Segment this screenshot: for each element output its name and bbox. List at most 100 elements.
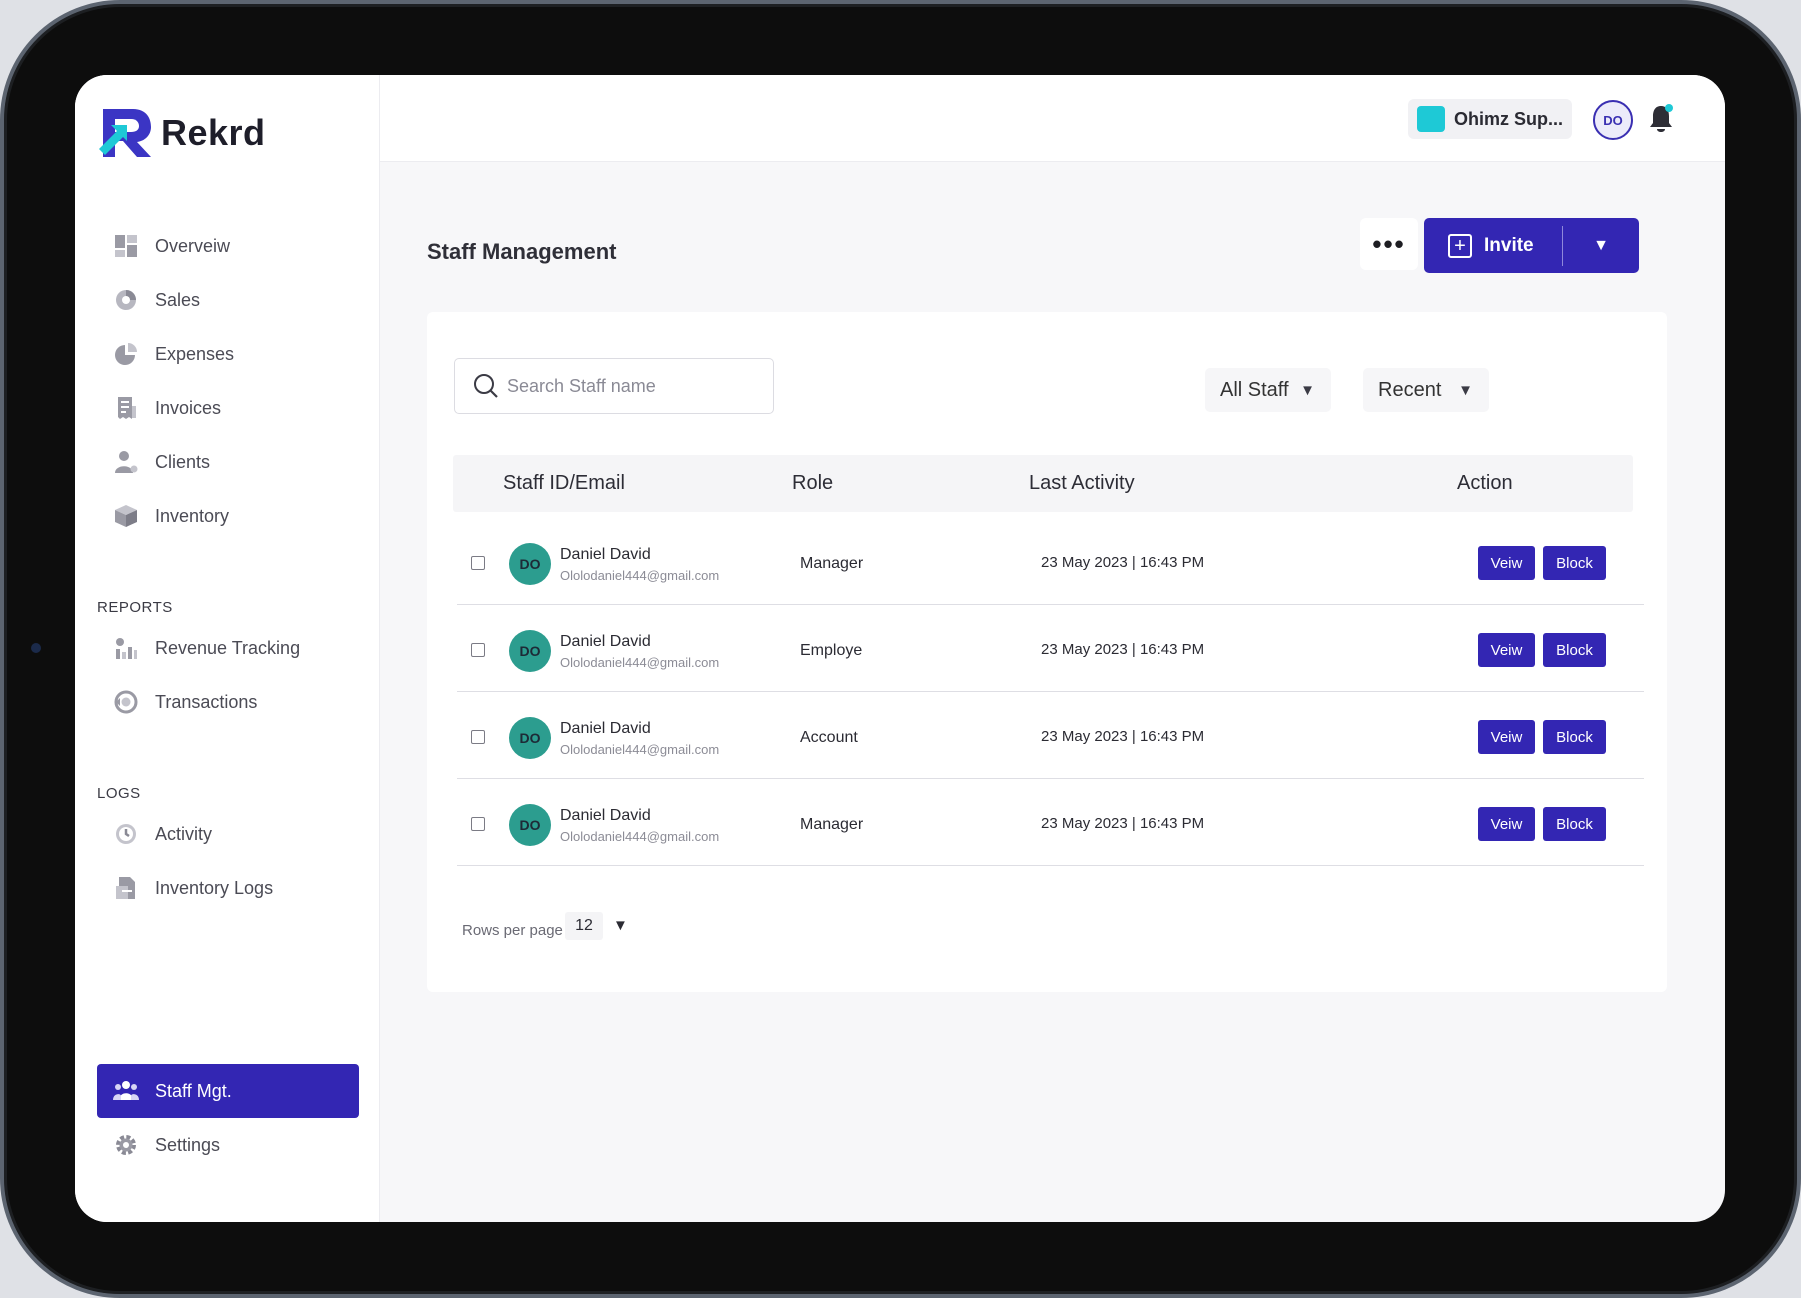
- sidebar-item-revenue-tracking[interactable]: Revenue Tracking: [97, 621, 359, 675]
- invoice-icon: [113, 395, 139, 421]
- view-button[interactable]: Veiw: [1478, 807, 1535, 841]
- plus-square-icon: +: [1448, 233, 1472, 258]
- sort-value: Recent: [1378, 378, 1442, 401]
- sidebar-item-label: Invoices: [155, 397, 222, 418]
- table-header: Staff ID/Email Role Last Activity Action: [453, 455, 1633, 512]
- document-icon: [113, 875, 139, 901]
- caret-down-icon: ▼: [1593, 236, 1609, 254]
- view-button[interactable]: Veiw: [1478, 633, 1535, 667]
- bell-icon[interactable]: [1646, 103, 1676, 135]
- staff-email: Ololodaniel444@gmail.com: [560, 742, 720, 757]
- column-header-role[interactable]: Role: [792, 472, 833, 495]
- invite-dropdown-button[interactable]: ▼: [1563, 237, 1639, 255]
- staff-email: Ololodaniel444@gmail.com: [560, 568, 720, 583]
- row-checkbox[interactable]: [471, 556, 485, 570]
- caret-down-icon: ▼: [1458, 381, 1473, 399]
- sidebar-item-label: Inventory: [155, 505, 230, 526]
- staff-email: Ololodaniel444@gmail.com: [560, 829, 720, 844]
- view-button[interactable]: Veiw: [1478, 720, 1535, 754]
- staff-role: Manager: [800, 816, 864, 833]
- staff-role: Account: [800, 729, 858, 746]
- reports-nav: Revenue Tracking Transactions: [97, 621, 359, 729]
- table-row: DO Daniel David Ololodaniel444@gmail.com…: [457, 518, 1644, 605]
- rekrd-logo-icon: [99, 109, 151, 157]
- sidebar-item-inventory-logs[interactable]: Inventory Logs: [97, 861, 359, 915]
- column-header-action: Action: [1457, 472, 1513, 494]
- staff-name: Daniel David: [560, 546, 651, 563]
- staff-name: Daniel David: [560, 720, 651, 737]
- sidebar-item-settings[interactable]: Settings: [97, 1118, 359, 1172]
- org-color-swatch: [1417, 106, 1445, 132]
- table-row: DO Daniel David Ololodaniel444@gmail.com…: [457, 692, 1644, 779]
- view-button[interactable]: Veiw: [1478, 546, 1535, 580]
- sidebar-item-label: Sales: [155, 289, 201, 310]
- sidebar-item-label: Revenue Tracking: [155, 637, 301, 658]
- block-button[interactable]: Block: [1543, 633, 1606, 667]
- row-checkbox[interactable]: [471, 643, 485, 657]
- sidebar-item-sales[interactable]: Sales: [97, 273, 359, 327]
- staff-role: Employe: [800, 642, 863, 659]
- logs-section-label: LOGS: [97, 785, 141, 802]
- invite-button[interactable]: + Invite: [1424, 218, 1562, 273]
- main-nav: Overveiw Sales Expenses Invoices Clients…: [97, 219, 359, 543]
- sidebar-item-staff-mgt[interactable]: Staff Mgt.: [97, 1064, 359, 1118]
- sidebar-item-inventory[interactable]: Inventory: [97, 489, 359, 543]
- user-avatar[interactable]: DO: [1593, 100, 1633, 140]
- sidebar-item-label: Overveiw: [155, 235, 231, 256]
- page-title: Staff Management: [427, 239, 617, 264]
- sidebar-item-activity[interactable]: Activity: [97, 807, 359, 861]
- pie-slice-icon: [113, 341, 139, 367]
- camera-dot: [31, 643, 41, 653]
- last-activity: 23 May 2023 | 16:43 PM: [1041, 815, 1205, 832]
- staff-table-card: All Staff ▼ Recent ▼ Staff ID/Email Role…: [427, 312, 1667, 992]
- organization-switcher[interactable]: Ohimz Sup...: [1408, 99, 1572, 139]
- row-checkbox[interactable]: [471, 817, 485, 831]
- sidebar: Rekrd Overveiw Sales Expenses Invoices C…: [75, 75, 380, 1222]
- staff-filter-value: All Staff: [1220, 378, 1289, 401]
- caret-down-icon: ▼: [1300, 381, 1315, 399]
- sidebar-item-expenses[interactable]: Expenses: [97, 327, 359, 381]
- caret-down-icon[interactable]: ▼: [613, 917, 628, 934]
- block-button[interactable]: Block: [1543, 807, 1606, 841]
- rows-per-page-label: Rows per page: [462, 922, 563, 939]
- clock-icon: [113, 821, 139, 847]
- staff-email: Ololodaniel444@gmail.com: [560, 655, 720, 670]
- staff-filter-dropdown[interactable]: All Staff ▼: [1205, 368, 1331, 412]
- rows-per-page-select[interactable]: 12: [565, 912, 603, 940]
- sidebar-item-label: Activity: [155, 823, 213, 844]
- pie-chart-icon: [113, 287, 139, 313]
- sidebar-item-label: Clients: [155, 451, 211, 472]
- reports-section-label: REPORTS: [97, 599, 173, 616]
- column-header-staff[interactable]: Staff ID/Email: [503, 472, 625, 495]
- brand-name: Rekrd: [161, 112, 266, 153]
- sidebar-item-label: Expenses: [155, 343, 235, 364]
- more-options-button[interactable]: •••: [1360, 218, 1418, 270]
- dashboard-grid-icon: [113, 233, 139, 259]
- column-header-last-activity[interactable]: Last Activity: [1029, 472, 1135, 495]
- client-user-icon: [113, 449, 139, 475]
- sidebar-item-label: Inventory Logs: [155, 877, 274, 898]
- table-row: DO Daniel David Ololodaniel444@gmail.com…: [457, 779, 1644, 866]
- logo[interactable]: Rekrd: [97, 105, 266, 161]
- sidebar-item-overview[interactable]: Overveiw: [97, 219, 359, 273]
- gear-icon: [113, 1132, 139, 1158]
- row-checkbox[interactable]: [471, 730, 485, 744]
- sidebar-item-label: Settings: [155, 1134, 221, 1155]
- app-screen: Rekrd Overveiw Sales Expenses Invoices C…: [75, 75, 1725, 1222]
- logs-nav: Activity Inventory Logs: [97, 807, 359, 915]
- sidebar-item-label: Staff Mgt.: [155, 1080, 232, 1101]
- sidebar-item-transactions[interactable]: Transactions: [97, 675, 359, 729]
- search-icon: [474, 374, 498, 398]
- sidebar-item-clients[interactable]: Clients: [97, 435, 359, 489]
- sidebar-item-invoices[interactable]: Invoices: [97, 381, 359, 435]
- sort-dropdown[interactable]: Recent ▼: [1363, 368, 1489, 412]
- search-input[interactable]: [507, 375, 767, 397]
- staff-avatar: DO: [509, 717, 551, 759]
- block-button[interactable]: Block: [1543, 546, 1606, 580]
- bottom-nav: Staff Mgt. Settings: [97, 1064, 359, 1172]
- staff-role: Manager: [800, 555, 864, 572]
- bar-chart-icon: [113, 635, 139, 661]
- invite-button-group: + Invite ▼: [1424, 218, 1639, 273]
- block-button[interactable]: Block: [1543, 720, 1606, 754]
- search-box: [454, 358, 774, 414]
